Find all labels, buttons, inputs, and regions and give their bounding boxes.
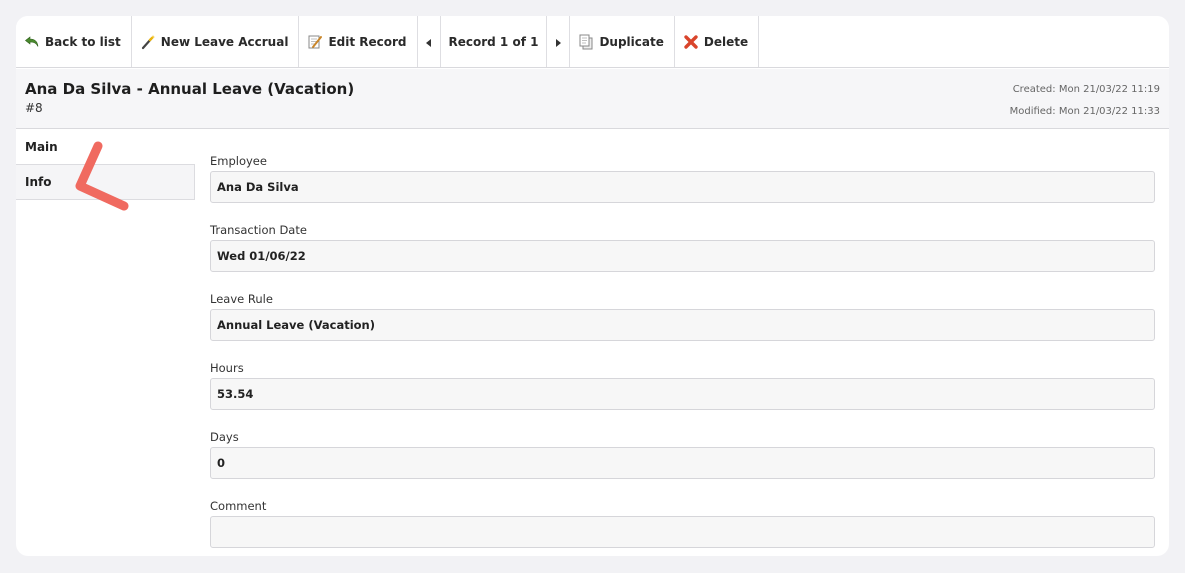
duplicate-button[interactable]: Duplicate — [570, 16, 675, 67]
delete-button[interactable]: Delete — [675, 16, 760, 67]
page-title: Ana Da Silva - Annual Leave (Vacation) — [25, 80, 355, 98]
transaction-date-field: Transaction Date Wed 01/06/22 — [210, 223, 1155, 292]
annotation-arrow-icon — [75, 141, 129, 211]
delete-label: Delete — [703, 34, 749, 49]
comment-value[interactable] — [210, 516, 1155, 548]
created-timestamp: Created: Mon 21/03/22 11:19 — [1012, 84, 1160, 95]
red-x-icon — [683, 34, 699, 50]
new-leave-accrual-label: New Leave Accrual — [160, 34, 289, 49]
triangle-left-icon — [425, 32, 432, 51]
days-label: Days — [210, 430, 239, 444]
hours-value[interactable]: 53.54 — [210, 378, 1155, 410]
edit-record-label: Edit Record — [328, 34, 407, 49]
duplicate-label: Duplicate — [599, 34, 664, 49]
record-id: #8 — [25, 101, 43, 115]
transaction-date-label: Transaction Date — [210, 223, 307, 237]
previous-record-button[interactable] — [418, 16, 441, 67]
app-window: Back to list New Leave Accrual Edit Reco… — [16, 16, 1169, 556]
magic-wand-icon — [140, 34, 156, 50]
record-counter: Record 1 of 1 — [441, 16, 548, 67]
tab-info-label: Info — [25, 175, 52, 189]
back-to-list-button[interactable]: Back to list — [16, 16, 132, 67]
next-record-button[interactable] — [547, 16, 571, 67]
days-value[interactable]: 0 — [210, 447, 1155, 479]
modified-timestamp: Modified: Mon 21/03/22 11:33 — [1009, 106, 1160, 117]
employee-value[interactable]: Ana Da Silva — [210, 171, 1155, 203]
leave-rule-value[interactable]: Annual Leave (Vacation) — [210, 309, 1155, 341]
back-to-list-label: Back to list — [45, 34, 121, 49]
triangle-right-icon — [555, 32, 562, 51]
hours-field: Hours 53.54 — [210, 361, 1155, 430]
record-form: Employee Ana Da Silva Transaction Date W… — [210, 154, 1155, 556]
record-header: Ana Da Silva - Annual Leave (Vacation) #… — [16, 69, 1169, 129]
employee-label: Employee — [210, 154, 267, 168]
leave-rule-label: Leave Rule — [210, 292, 273, 306]
undo-arrow-icon — [24, 34, 40, 50]
comment-label: Comment — [210, 499, 267, 513]
hours-label: Hours — [210, 361, 244, 375]
tab-main-label: Main — [25, 140, 58, 154]
copy-document-icon — [578, 34, 594, 50]
toolbar: Back to list New Leave Accrual Edit Reco… — [16, 16, 1169, 68]
record-counter-label: Record 1 of 1 — [448, 34, 539, 49]
edit-document-icon — [307, 34, 323, 50]
transaction-date-value[interactable]: Wed 01/06/22 — [210, 240, 1155, 272]
new-leave-accrual-button[interactable]: New Leave Accrual — [132, 16, 300, 67]
edit-record-button[interactable]: Edit Record — [299, 16, 418, 67]
leave-rule-field: Leave Rule Annual Leave (Vacation) — [210, 292, 1155, 361]
employee-field: Employee Ana Da Silva — [210, 154, 1155, 223]
comment-field: Comment — [210, 499, 1155, 556]
days-field: Days 0 — [210, 430, 1155, 499]
